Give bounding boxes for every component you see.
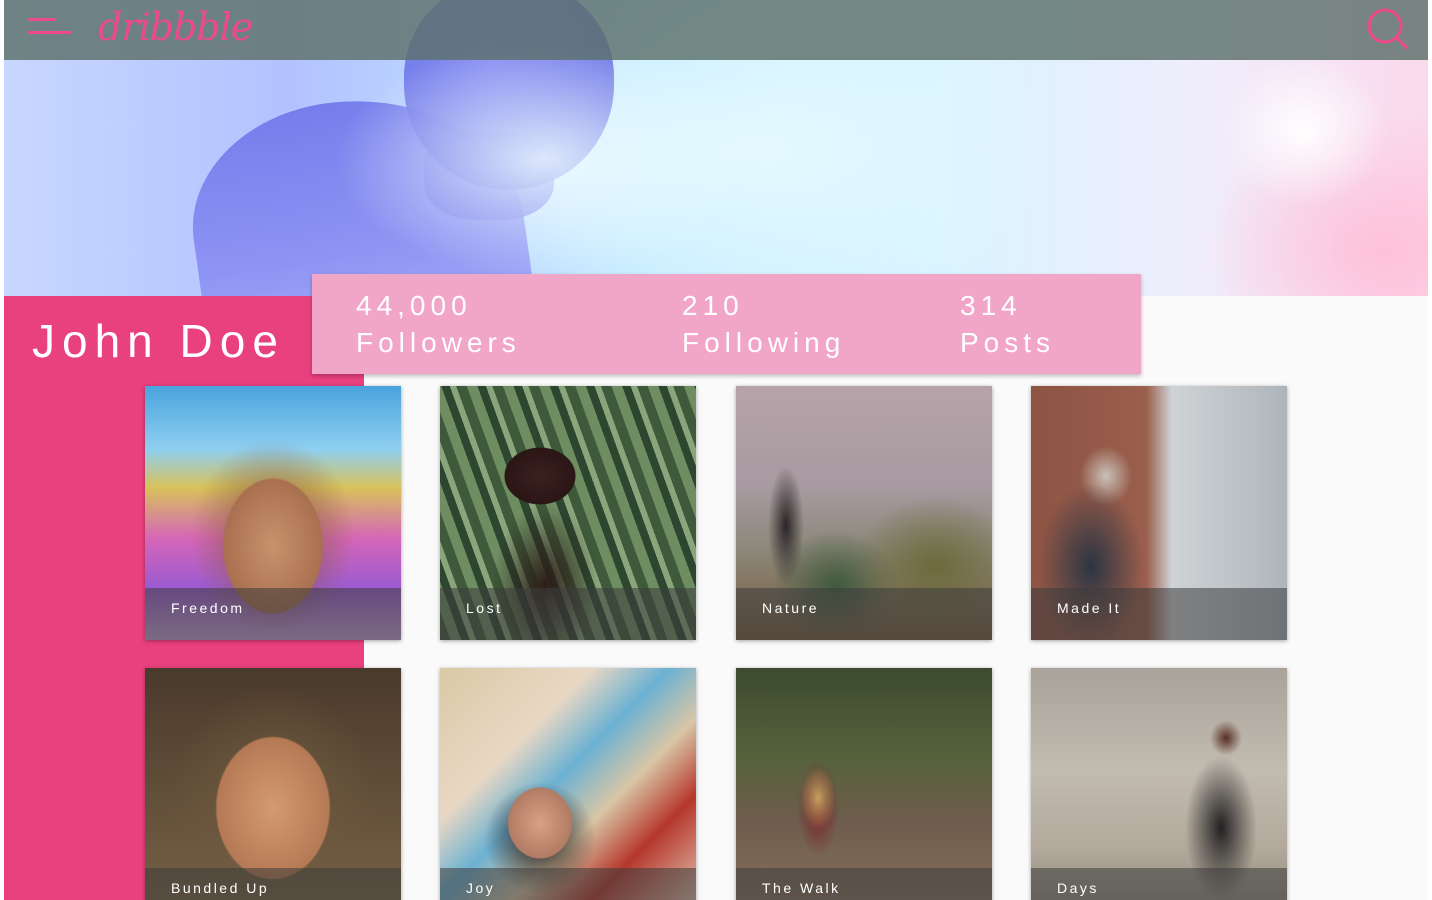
followers-count: 44,000 [356, 290, 472, 321]
stat-posts[interactable]: 314 Posts [960, 288, 1055, 362]
top-bar: dribbble [4, 0, 1428, 60]
caption-bar: Bundled Up [145, 868, 401, 900]
caption-bar: Freedom [145, 588, 401, 640]
caption-bar: Made It [1031, 588, 1287, 640]
caption-bar: Lost [440, 588, 696, 640]
gallery-photo [736, 668, 992, 900]
following-count: 210 [682, 290, 744, 321]
caption-bar: Joy [440, 868, 696, 900]
hamburger-menu-icon[interactable] [28, 16, 74, 38]
gallery-caption: Days [1057, 880, 1099, 896]
gallery-caption: Freedom [171, 600, 245, 616]
profile-page: dribbble John Doe 44,000 Followers 210 F… [4, 0, 1428, 900]
followers-label: Followers [356, 327, 521, 358]
gallery-tile-days[interactable]: Days [1031, 668, 1287, 900]
following-label: Following [682, 327, 846, 358]
cover-photo-smoke [334, 40, 754, 280]
gallery-tile-joy[interactable]: Joy [440, 668, 696, 900]
gallery-tile-freedom[interactable]: Freedom [145, 386, 401, 640]
gallery-tile-made-it[interactable]: Made It [1031, 386, 1287, 640]
gallery-tile-lost[interactable]: Lost [440, 386, 696, 640]
search-icon[interactable] [1366, 7, 1410, 51]
logo[interactable]: dribbble [98, 4, 253, 50]
gallery-photo [440, 668, 696, 900]
gallery-caption: Lost [466, 600, 503, 616]
profile-name: John Doe [32, 315, 285, 367]
gallery-caption: Bundled Up [171, 880, 270, 896]
posts-count: 314 [960, 290, 1022, 321]
gallery-caption: Nature [762, 600, 820, 616]
caption-bar: The Walk [736, 868, 992, 900]
caption-bar: Days [1031, 868, 1287, 900]
stat-following[interactable]: 210 Following [682, 288, 845, 362]
gallery-caption: Joy [466, 880, 496, 896]
gallery-photo [145, 668, 401, 900]
gallery-tile-bundled-up[interactable]: Bundled Up [145, 668, 401, 900]
profile-stats-card: 44,000 Followers 210 Following 314 Posts [312, 274, 1141, 374]
gallery-caption: The Walk [762, 880, 841, 896]
gallery-caption: Made It [1057, 600, 1122, 616]
gallery-photo [1031, 668, 1287, 900]
caption-bar: Nature [736, 588, 992, 640]
gallery-tile-nature[interactable]: Nature [736, 386, 992, 640]
posts-label: Posts [960, 327, 1056, 358]
stat-followers[interactable]: 44,000 Followers [356, 288, 521, 362]
gallery-tile-the-walk[interactable]: The Walk [736, 668, 992, 900]
